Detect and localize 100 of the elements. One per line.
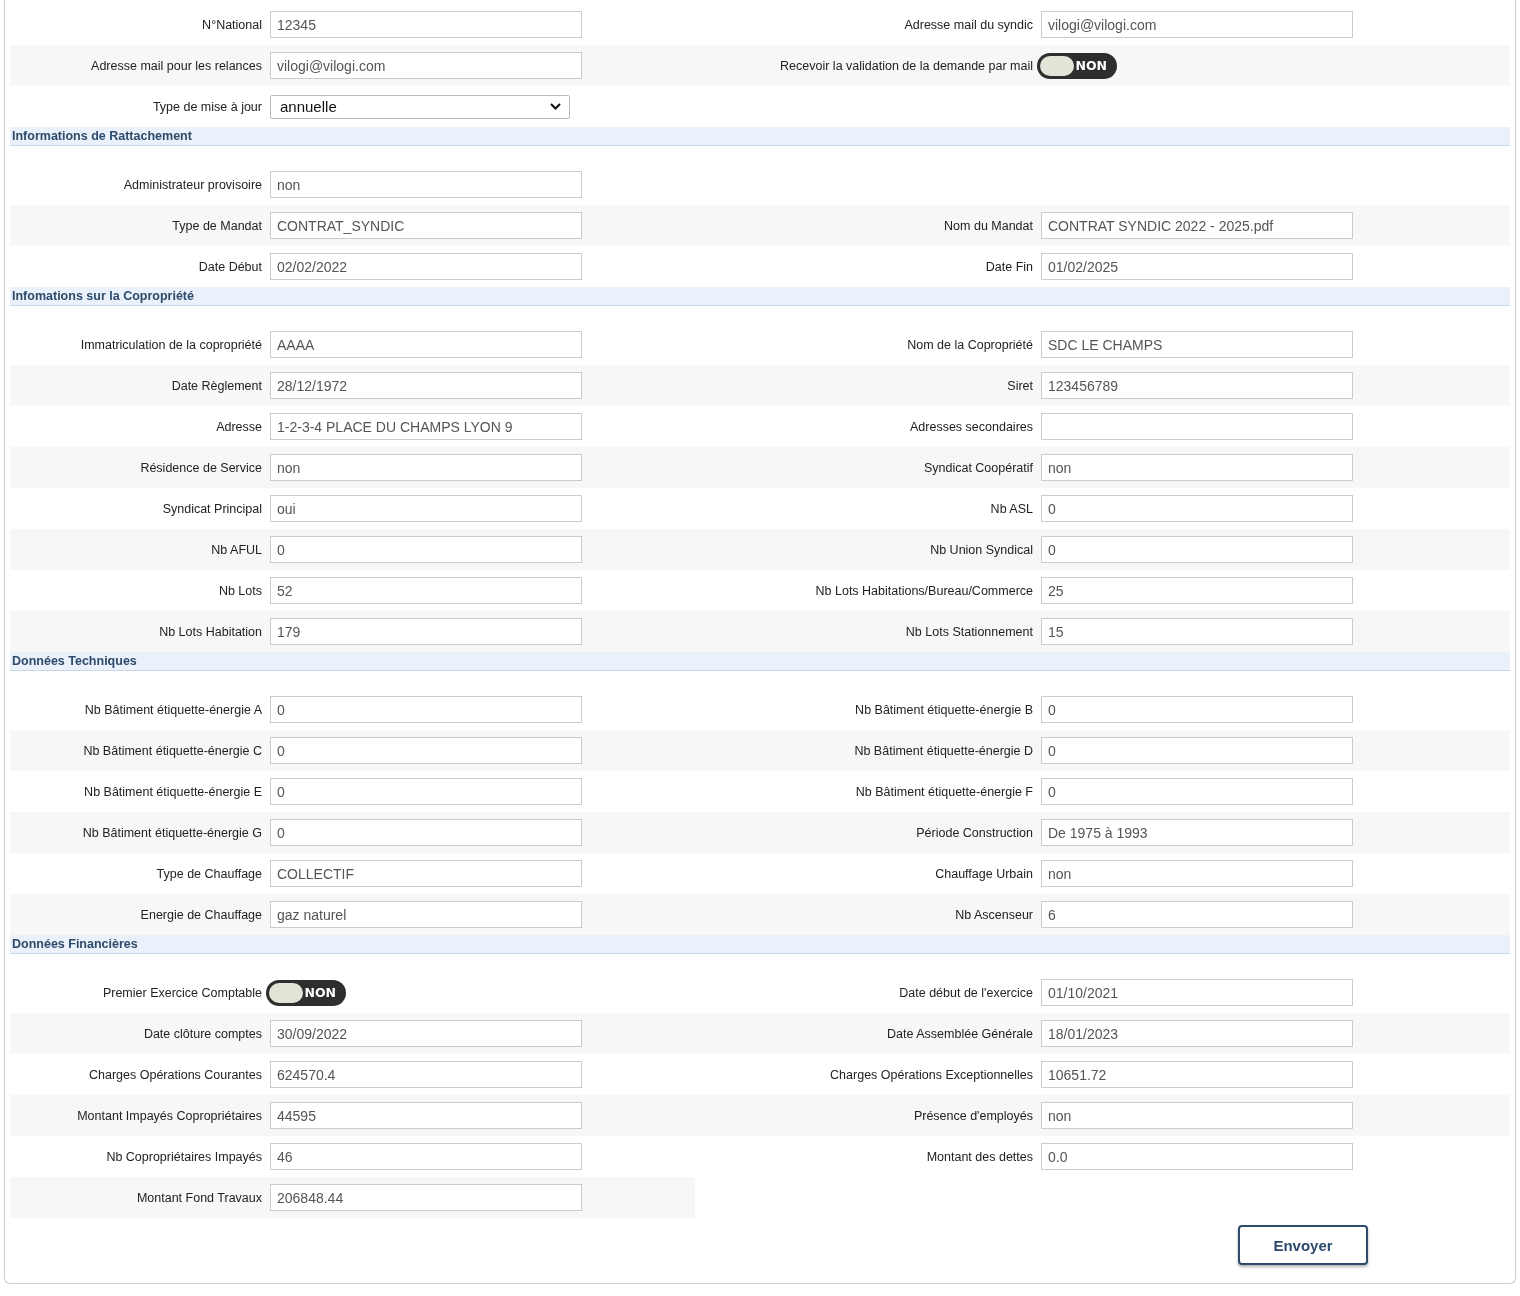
input-field[interactable]: non (1041, 1102, 1353, 1129)
field-label: Nb Bâtiment étiquette-énergie G (81, 825, 263, 840)
field-label: Nb Bâtiment étiquette-énergie E (83, 784, 263, 799)
input-field[interactable]: 0 (270, 536, 582, 563)
input-field[interactable]: 0 (1041, 737, 1353, 764)
field-label: Nb ASL (989, 501, 1034, 516)
input-field[interactable]: SDC LE CHAMPS (1041, 331, 1353, 358)
section-header: Données Techniques (10, 652, 1510, 671)
input-field[interactable]: 0 (270, 696, 582, 723)
field-label: Nb Bâtiment étiquette-énergie B (854, 702, 1034, 717)
field-label: Nb Lots Habitation (158, 624, 263, 639)
input-field[interactable]: 0.0 (1041, 1143, 1353, 1170)
field-label: Charges Opérations Exceptionnelles (829, 1067, 1034, 1082)
field-label: Administrateur provisoire (122, 177, 263, 192)
input-field[interactable]: non (1041, 454, 1353, 481)
input-field[interactable]: 10651.72 (1041, 1061, 1353, 1088)
field-label: Type de Mandat (171, 218, 263, 233)
field-label: Période Construction (915, 825, 1034, 840)
input-field[interactable]: non (1041, 860, 1353, 887)
input-field[interactable]: 624570.4 (270, 1061, 582, 1088)
input-field[interactable]: AAAA (270, 331, 582, 358)
input-field[interactable]: 30/09/2022 (270, 1020, 582, 1047)
input-field[interactable]: 46 (270, 1143, 582, 1170)
field-label: N°National (201, 17, 263, 32)
input-field[interactable]: 123456789 (1041, 372, 1353, 399)
input-field[interactable]: 0 (270, 819, 582, 846)
field-label: Montant des dettes (925, 1149, 1034, 1164)
input-field[interactable]: COLLECTIF (270, 860, 582, 887)
field-label: Nb Lots Habitations/Bureau/Commerce (814, 583, 1034, 598)
field-label: Nb Bâtiment étiquette-énergie C (82, 743, 263, 758)
input-field[interactable]: 01/10/2021 (1041, 979, 1353, 1006)
dropdown[interactable]: annuelle (270, 94, 570, 119)
chevron-down-icon (550, 103, 561, 110)
field-label: Chauffage Urbain (934, 866, 1034, 881)
field-label: Syndicat Principal (161, 501, 263, 516)
input-field[interactable]: 18/01/2023 (1041, 1020, 1353, 1047)
field-label: Immatriculation de la copropriété (79, 337, 263, 352)
input-field[interactable]: 01/02/2025 (1041, 253, 1353, 280)
input-field[interactable]: 02/02/2022 (270, 253, 582, 280)
field-label: Montant Fond Travaux (135, 1190, 263, 1205)
field-label: Date Règlement (170, 378, 263, 393)
field-label: Nb Union Syndical (929, 542, 1034, 557)
field-label: Montant Impayés Copropriétaires (76, 1108, 263, 1123)
field-label: Type de mise à jour (151, 99, 263, 114)
input-field[interactable]: 25 (1041, 577, 1353, 604)
section-header: Données Financières (10, 935, 1510, 954)
field-label: Adresse mail du syndic (903, 17, 1034, 32)
field-label: Adresse mail pour les relances (90, 58, 263, 73)
field-label: Nb Lots (217, 583, 263, 598)
section-header: Infomations sur la Copropriété (10, 287, 1510, 306)
input-field[interactable]: 0 (1041, 696, 1353, 723)
field-label: Date début de l'exercice (898, 985, 1034, 1000)
input-field[interactable]: 179 (270, 618, 582, 645)
field-label: Résidence de Service (139, 460, 263, 475)
input-field[interactable]: 44595 (270, 1102, 582, 1129)
input-field[interactable]: oui (270, 495, 582, 522)
input-field[interactable]: CONTRAT SYNDIC 2022 - 2025.pdf (1041, 212, 1353, 239)
input-field[interactable]: 0 (270, 737, 582, 764)
toggle-switch[interactable]: NON (266, 979, 346, 1006)
field-label: Date Fin (984, 259, 1034, 274)
field-label: Présence d'employés (912, 1108, 1034, 1123)
input-field[interactable]: 0 (1041, 778, 1353, 805)
input-field[interactable]: 12345 (270, 11, 582, 38)
input-field[interactable]: 28/12/1972 (270, 372, 582, 399)
field-label: Date clôture comptes (142, 1026, 263, 1041)
toggle-switch[interactable]: NON (1037, 52, 1117, 79)
input-field[interactable]: 15 (1041, 618, 1353, 645)
field-label: Nb AFUL (210, 542, 263, 557)
field-label: Nom du Mandat (943, 218, 1034, 233)
input-field[interactable]: 1-2-3-4 PLACE DU CHAMPS LYON 9 (270, 413, 582, 440)
field-label: Siret (1006, 378, 1034, 393)
input-field[interactable]: non (270, 171, 582, 198)
field-label: Date Assemblée Générale (886, 1026, 1034, 1041)
field-label: Nb Bâtiment étiquette-énergie A (83, 702, 263, 717)
input-field[interactable]: 206848.44 (270, 1184, 582, 1211)
input-field[interactable]: vilogi@vilogi.com (1041, 11, 1353, 38)
field-label: Nom de la Copropriété (906, 337, 1034, 352)
input-field[interactable]: vilogi@vilogi.com (270, 52, 582, 79)
field-label: Syndicat Coopératif (922, 460, 1034, 475)
field-label: Charges Opérations Courantes (88, 1067, 263, 1082)
submit-button[interactable]: Envoyer (1238, 1225, 1368, 1265)
input-field[interactable]: gaz naturel (270, 901, 582, 928)
field-label: Adresse (215, 419, 263, 434)
input-field[interactable]: 0 (270, 778, 582, 805)
field-label: Nb Copropriétaires Impayés (105, 1149, 263, 1164)
field-label: Nb Ascenseur (954, 907, 1034, 922)
field-label: Recevoir la validation de la demande par mail (779, 58, 1034, 73)
field-label: Premier Exercice Comptable (101, 985, 263, 1000)
input-field[interactable]: non (270, 454, 582, 481)
section-header: Informations de Rattachement (10, 127, 1510, 146)
input-field[interactable]: 52 (270, 577, 582, 604)
field-label: Adresses secondaires (909, 419, 1034, 434)
input-field[interactable]: CONTRAT_SYNDIC (270, 212, 582, 239)
input-field[interactable]: 0 (1041, 536, 1353, 563)
input-field[interactable]: De 1975 à 1993 (1041, 819, 1353, 846)
input-field[interactable] (1041, 413, 1353, 440)
input-field[interactable]: 0 (1041, 495, 1353, 522)
field-label: Nb Lots Stationnement (904, 624, 1034, 639)
input-field[interactable]: 6 (1041, 901, 1353, 928)
field-label: Energie de Chauffage (139, 907, 263, 922)
